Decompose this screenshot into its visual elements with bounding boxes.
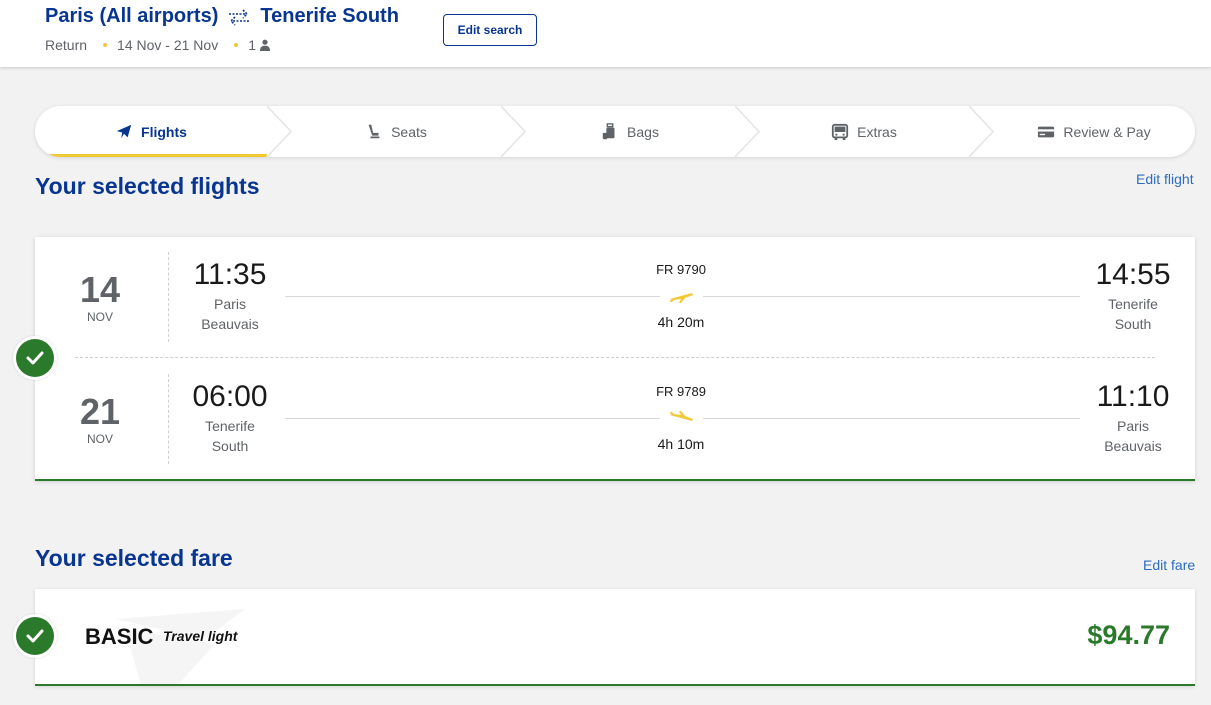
chevron-separator [501, 106, 527, 157]
selected-flights-title: Your selected flights [35, 173, 260, 199]
step-bags[interactable]: Bags [525, 106, 735, 157]
flight-duration: 4h 10m [657, 436, 705, 452]
trip-dates: 14 Nov - 21 Nov [117, 37, 219, 53]
flight-duration: 4h 20m [657, 314, 705, 330]
checkmark-icon [26, 629, 44, 643]
flights-card: 14 NOV 11:35 Paris Beauvais FR 9790 4h 2… [35, 237, 1195, 481]
checkmark-icon [26, 351, 44, 365]
seat-icon [368, 124, 380, 138]
edit-fare-link[interactable]: Edit fare [1143, 557, 1195, 573]
step-label: Flights [141, 123, 187, 140]
arrival-time: 14:55 [1095, 258, 1171, 291]
fare-name: BASIC [85, 624, 154, 649]
route-title: Paris (All airports) Tenerife South [45, 5, 399, 28]
chevron-separator [735, 106, 761, 157]
outbound-leg: 14 NOV 11:35 Paris Beauvais FR 9790 4h 2… [35, 252, 1195, 342]
arrival-city: Paris [1117, 418, 1149, 434]
origin-label: Paris (All airports) [45, 5, 219, 27]
departure-airport: South [211, 438, 249, 454]
arrival-airport: South [1114, 316, 1152, 332]
arrival-city: Tenerife [1108, 296, 1158, 312]
plane-landing-icon [670, 411, 693, 421]
person-icon [260, 39, 270, 51]
date-day: 21 [80, 391, 121, 432]
step-extras[interactable]: Extras [759, 106, 969, 157]
date-divider [168, 374, 169, 464]
plane-icon [670, 293, 693, 303]
booking-steps: Flights Seats Bags Extras Review & Pay [35, 106, 1195, 157]
step-label: Extras [857, 123, 897, 140]
step-seats[interactable]: Seats [291, 106, 501, 157]
plane-icon [116, 124, 132, 138]
step-label: Seats [391, 123, 427, 140]
edit-flight-link[interactable]: Edit flight [1136, 171, 1194, 187]
departure-time: 06:00 [192, 380, 268, 413]
flight-number: FR 9789 [656, 384, 706, 399]
arrival-time: 11:10 [1096, 380, 1170, 413]
card-icon [1038, 126, 1055, 137]
trip-type: Return [45, 37, 88, 53]
selected-fare-title: Your selected fare [35, 545, 233, 571]
return-arrows-icon [229, 8, 250, 26]
separator-dot [234, 43, 239, 47]
flight-number: FR 9790 [656, 262, 706, 277]
flights-selected-check [13, 336, 57, 380]
date-day: 14 [80, 269, 121, 310]
step-flights[interactable]: Flights [35, 106, 267, 157]
chevron-separator [267, 106, 293, 157]
bag-icon [602, 122, 615, 139]
date-divider [168, 252, 169, 342]
fare-selected-check [13, 614, 57, 658]
fare-tagline: Travel light [163, 628, 238, 644]
route-line [703, 296, 1080, 297]
step-label: Bags [627, 123, 659, 140]
step-review-pay[interactable]: Review & Pay [993, 106, 1195, 157]
separator-dot [103, 43, 108, 47]
fare-price: $94.77 [1087, 620, 1170, 650]
departure-airport: Beauvais [201, 316, 259, 332]
step-label: Review & Pay [1063, 123, 1151, 140]
route-line [703, 418, 1080, 419]
departure-city: Paris [214, 296, 246, 312]
chevron-separator [969, 106, 995, 157]
route-line [285, 296, 660, 297]
trip-summary: Return 14 Nov - 21 Nov 1 [45, 37, 271, 53]
destination-label: Tenerife South [260, 5, 399, 27]
date-month: NOV [86, 310, 113, 324]
legs-divider [75, 357, 1155, 358]
departure-city: Tenerife [205, 418, 255, 434]
fare-card: BASIC Travel light $94.77 [35, 589, 1195, 686]
passenger-count: 1 [248, 37, 256, 53]
arrival-airport: Beauvais [1104, 438, 1162, 454]
route-line [285, 418, 660, 419]
departure-time: 11:35 [193, 258, 267, 291]
booking-header: Paris (All airports) Tenerife South Retu… [0, 0, 1211, 67]
bus-icon [832, 123, 849, 140]
date-month: NOV [86, 432, 113, 446]
edit-search-button[interactable]: Edit search [443, 14, 537, 46]
return-leg: 21 NOV 06:00 Tenerife South FR 9789 4h 1… [35, 374, 1195, 464]
